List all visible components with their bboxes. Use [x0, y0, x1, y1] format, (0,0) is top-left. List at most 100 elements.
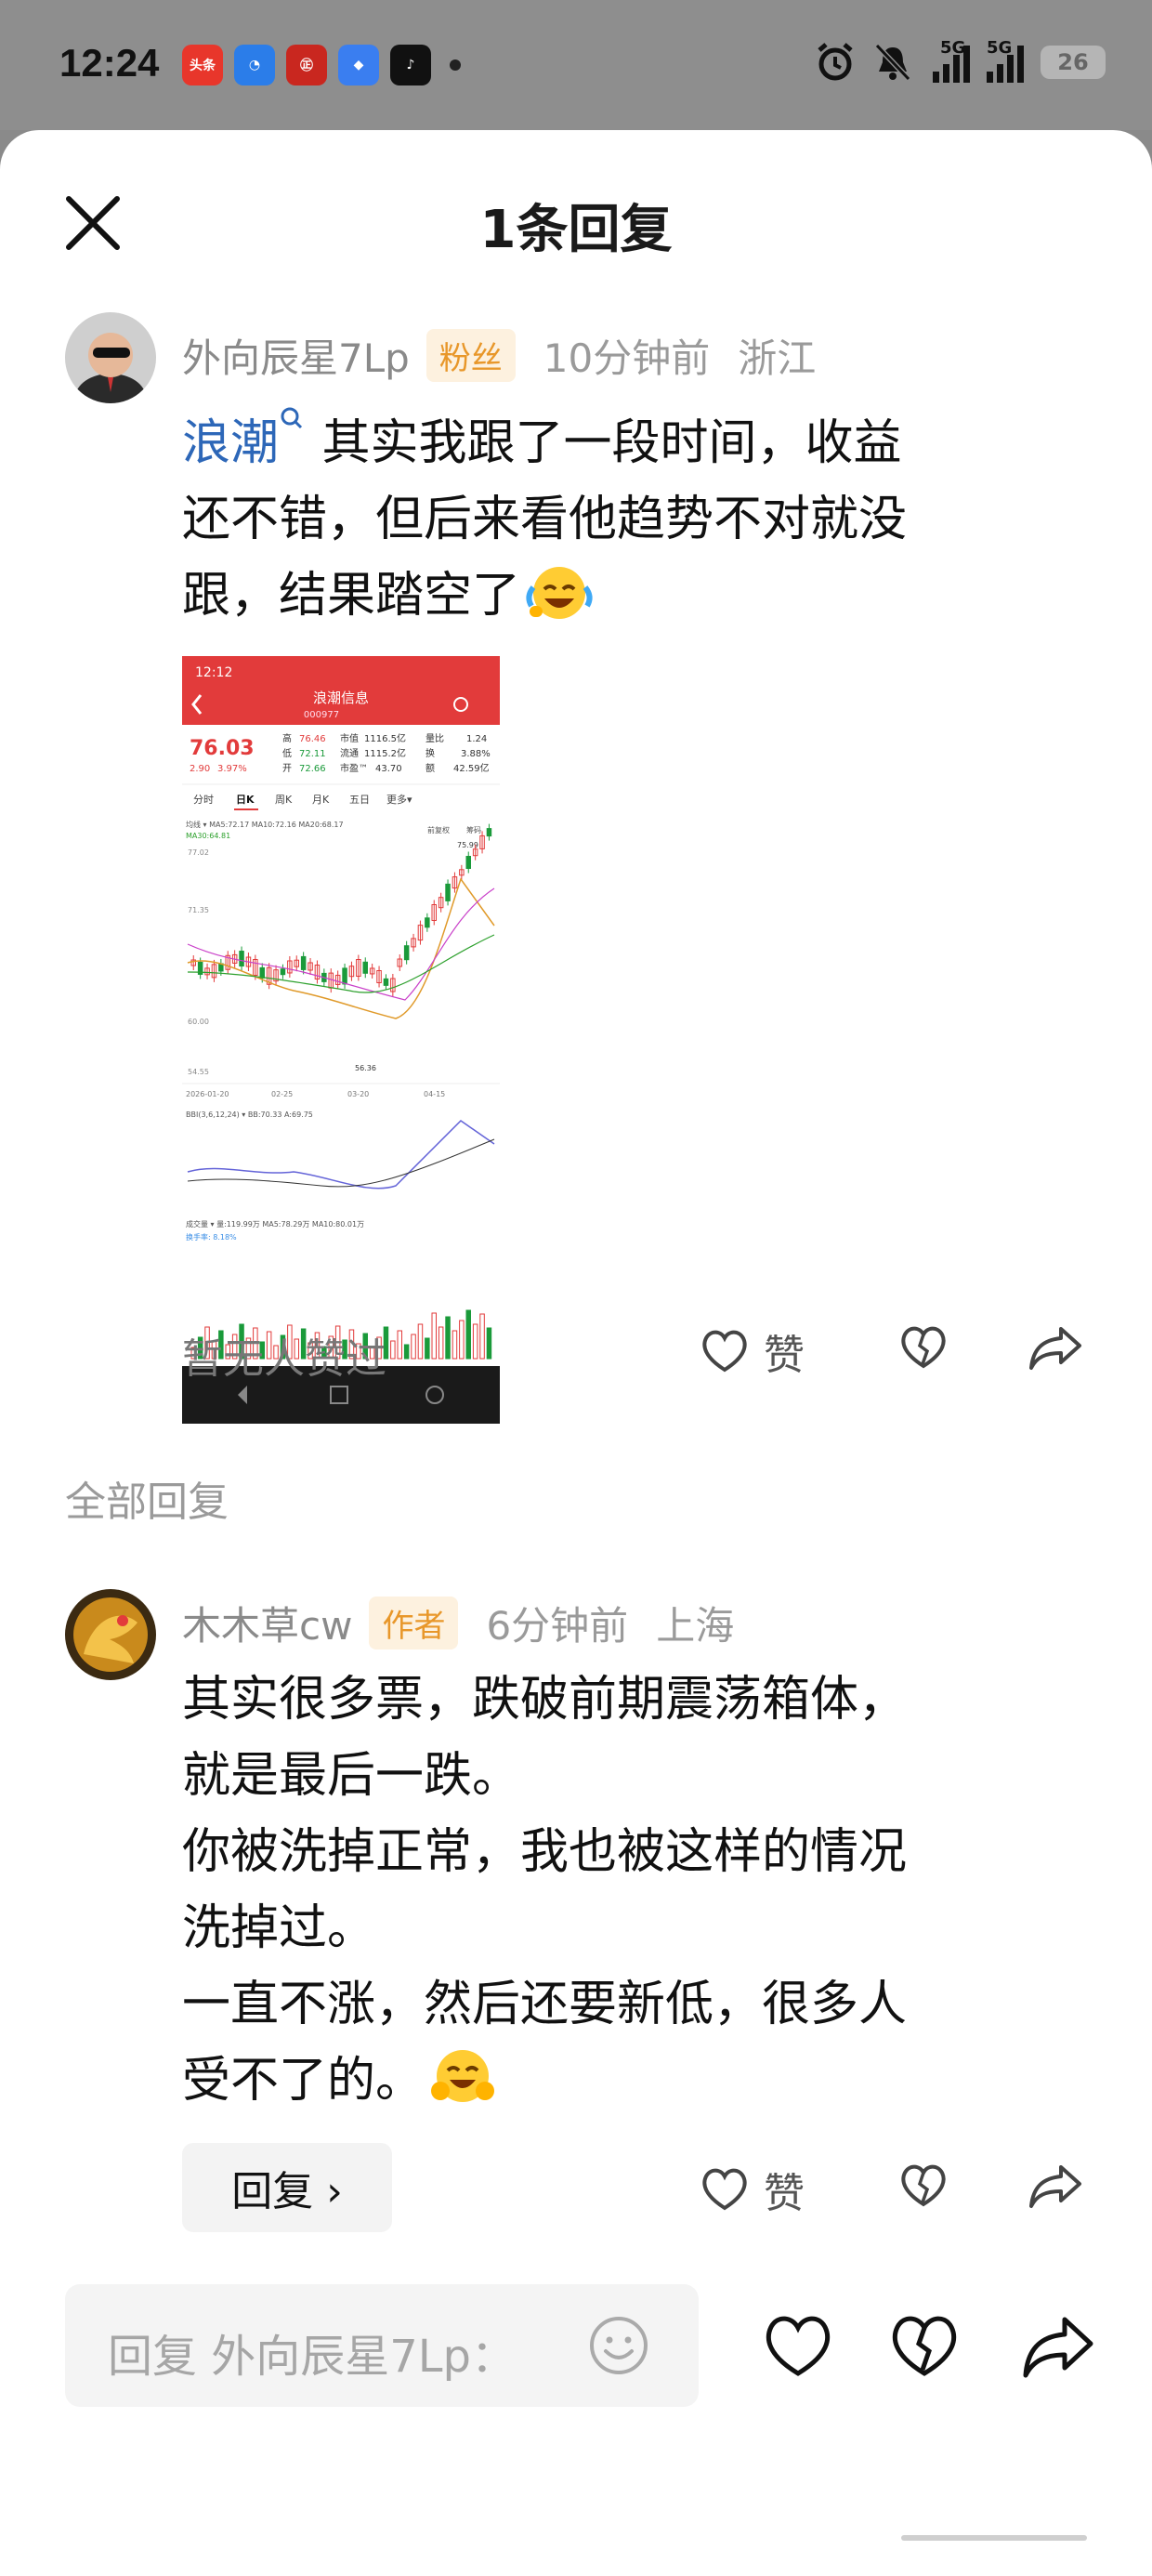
- signal-5g-1-icon: 5G: [929, 38, 970, 83]
- svg-text:54.55: 54.55: [188, 1068, 209, 1076]
- comment-action-row: 暂无人赞过 赞: [182, 1314, 1098, 1388]
- share-button[interactable]: [1028, 1321, 1085, 1373]
- svg-text:60.00: 60.00: [188, 1018, 209, 1026]
- svg-text:成交量 ▾ 量:119.99万 MA5:78.29万: 成交量 ▾ 量:119.99万 MA5:78.29万 MA10:80.01万: [186, 1219, 364, 1229]
- svg-text:市值: 市值: [340, 732, 359, 744]
- comment-time: 10分钟前: [543, 335, 711, 381]
- svg-text:43.70: 43.70: [375, 764, 402, 774]
- reply-input[interactable]: 回复 外向辰星7Lp：: [65, 2284, 699, 2407]
- status-right-icons: 5G 5G 26: [814, 38, 1106, 84]
- app-blue-icon: ◔: [234, 45, 275, 85]
- hugging-laugh-emoji-icon: [431, 2050, 495, 2102]
- reply-sheet: 1条回复 外向辰星7Lp 粉丝 10分钟前 浙江 浪潮 其实我跟了一段时间，收益…: [0, 130, 1152, 2576]
- reply-like-label: 赞: [764, 2170, 805, 2217]
- svg-text:42.59亿: 42.59亿: [453, 762, 490, 774]
- status-bar: 12:24 头条 ◔ ㊣ ◆ ♪ 5G 5G 26: [0, 0, 1152, 130]
- broken-heart-icon: [901, 1326, 946, 1369]
- toutiao-app-icon: 头条: [182, 45, 223, 85]
- svg-text:72.66: 72.66: [299, 764, 326, 774]
- app-blue-square-icon: ◆: [338, 45, 379, 85]
- svg-text:均线 ▾ MA5:72.17 MA10:72.16 M: 均线 ▾ MA5:72.17 MA10:72.16 MA20:68.17: [186, 820, 344, 829]
- like-button[interactable]: 赞: [699, 1321, 805, 1381]
- reply-avatar[interactable]: [65, 1589, 156, 1680]
- comment-meta: 外向辰星7Lp 粉丝 10分钟前 浙江: [182, 327, 816, 384]
- svg-text:1116.5亿: 1116.5亿: [364, 732, 406, 744]
- fan-badge: 粉丝: [425, 329, 516, 382]
- svg-text:周K: 周K: [275, 794, 293, 806]
- svg-text:77.02: 77.02: [188, 848, 209, 857]
- heart-icon: [702, 2168, 747, 2211]
- dislike-button[interactable]: [897, 1321, 949, 1373]
- svg-text:3.88%: 3.88%: [461, 749, 491, 759]
- shot-status-time: 12:12: [195, 665, 232, 680]
- reply-button[interactable]: 回复 ›: [182, 2143, 392, 2232]
- reply-like-button[interactable]: 赞: [699, 2160, 805, 2219]
- svg-text:03-20: 03-20: [347, 1090, 369, 1098]
- svg-text:更多▾: 更多▾: [386, 793, 412, 806]
- svg-text:72.11: 72.11: [299, 749, 326, 759]
- reply-time: 6分钟前: [486, 1603, 629, 1649]
- status-time: 12:24: [59, 41, 160, 85]
- svg-text:2026-01-20: 2026-01-20: [186, 1090, 229, 1098]
- reply-share-button[interactable]: [1028, 2160, 1085, 2212]
- svg-text:量比: 量比: [425, 733, 444, 744]
- emoji-picker-icon[interactable]: [585, 2312, 652, 2379]
- svg-text:筹码: 筹码: [466, 825, 481, 835]
- broken-heart-icon: [901, 2164, 946, 2207]
- reply-meta: 木木草cw 作者 6分钟前 上海: [182, 1595, 734, 1651]
- sheet-title: 1条回复: [479, 200, 673, 260]
- svg-text:额: 额: [425, 762, 435, 774]
- reply-location: 上海: [656, 1603, 735, 1649]
- avatar[interactable]: [65, 312, 156, 403]
- svg-text:71.35: 71.35: [188, 906, 209, 914]
- share-post-icon[interactable]: [1020, 2308, 1096, 2385]
- app-red-circle-icon: ㊣: [286, 45, 327, 85]
- svg-text:换: 换: [425, 747, 435, 759]
- svg-text:BBI(3,6,12,24) ▾ BB:70.33 A:: BBI(3,6,12,24) ▾ BB:70.33 A:69.75: [186, 1111, 313, 1119]
- reply-dislike-button[interactable]: [897, 2160, 949, 2212]
- more-notifications-dot: [450, 59, 461, 71]
- svg-text:换手率: 8.18%: 换手率: 8.18%: [186, 1232, 237, 1242]
- shot-price: 76.03: [190, 737, 255, 760]
- svg-text:市盈™: 市盈™: [340, 762, 368, 774]
- reply-username[interactable]: 木木草cw: [182, 1595, 352, 1651]
- alarm-icon: [818, 43, 853, 81]
- laughing-crying-emoji-icon: [526, 567, 593, 619]
- signal-5g-2-icon: 5G: [987, 38, 1024, 83]
- svg-text:高: 高: [282, 732, 292, 744]
- svg-text:分时: 分时: [193, 794, 214, 806]
- dislike-post-broken-heart-icon[interactable]: [886, 2308, 962, 2385]
- svg-text:1.24: 1.24: [466, 734, 487, 744]
- heart-icon: [702, 1330, 747, 1373]
- like-label: 赞: [764, 1332, 805, 1379]
- svg-text:五日: 五日: [349, 794, 370, 806]
- svg-text:流通: 流通: [340, 747, 359, 759]
- stock-link[interactable]: 浪潮: [182, 415, 279, 471]
- svg-text:56.36: 56.36: [355, 1064, 376, 1072]
- status-app-icons: 头条 ◔ ㊣ ◆ ♪: [182, 45, 461, 85]
- share-arrow-icon: [1029, 1327, 1081, 1370]
- svg-text:3.97%: 3.97%: [217, 764, 247, 774]
- likes-status-text: 暂无人赞过: [182, 1335, 386, 1383]
- all-replies-label: 全部回复: [65, 1479, 229, 1526]
- svg-text:低: 低: [282, 747, 292, 759]
- svg-text:1115.2亿: 1115.2亿: [364, 747, 406, 759]
- tiktok-icon: ♪: [390, 45, 431, 85]
- username[interactable]: 外向辰星7Lp: [182, 327, 410, 384]
- author-badge: 作者: [369, 1597, 459, 1649]
- share-arrow-icon: [1029, 2165, 1081, 2208]
- comment-text: 浪潮 其实我跟了一段时间，收益 还不错，但后来看他趋势不对就没 跟，结果踏空了: [182, 405, 1074, 634]
- svg-text:开: 开: [282, 764, 292, 774]
- home-indicator: [901, 2535, 1087, 2541]
- svg-text:2.90: 2.90: [190, 764, 210, 774]
- search-icon[interactable]: [279, 405, 307, 442]
- comment-location: 浙江: [738, 335, 817, 381]
- svg-text:日K: 日K: [236, 794, 255, 806]
- reply-input-placeholder: 回复 外向辰星7Lp：: [108, 2331, 517, 2383]
- svg-text:月K: 月K: [312, 794, 330, 806]
- stock-chart-image[interactable]: 12:12 浪潮信息 000977 76.03 2.90 3.97% 高 76.…: [182, 656, 500, 1424]
- like-post-heart-icon[interactable]: [760, 2308, 836, 2385]
- reply-text: 其实很多票，跌破前期震荡箱体， 就是最后一跌。 你被洗掉正常，我也被这样的情况 …: [182, 1672, 908, 2109]
- svg-text:前复权: 前复权: [427, 825, 450, 835]
- svg-text:MA30:64.81: MA30:64.81: [186, 832, 230, 840]
